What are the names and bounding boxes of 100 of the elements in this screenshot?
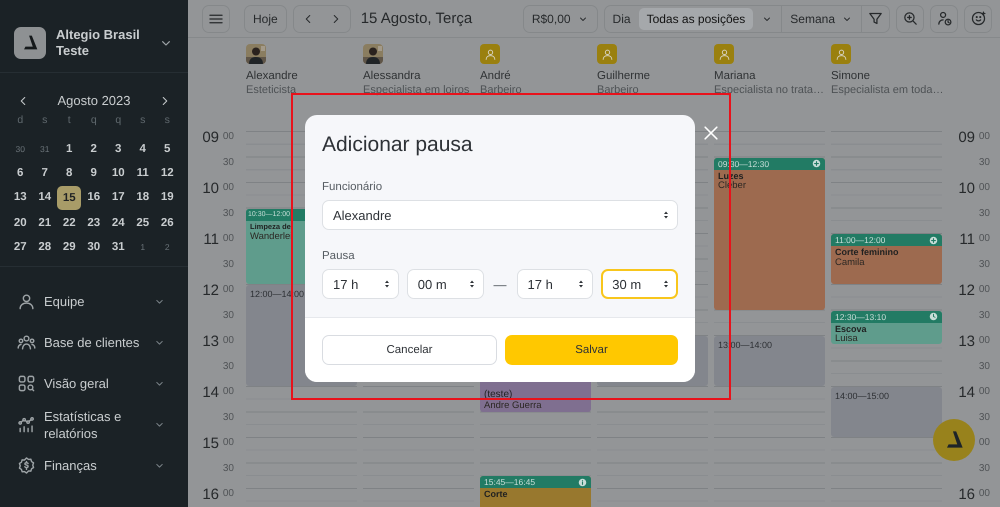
calendar-day[interactable]: 19 [155, 186, 180, 208]
calendar-day[interactable]: 24 [106, 212, 130, 234]
staff-name[interactable]: Mariana [714, 70, 825, 83]
staff-role: Barbeiro [480, 84, 523, 96]
zoom-in-icon [902, 10, 918, 27]
calendar-day[interactable]: 18 [130, 186, 155, 208]
time-label: 14 00 [202, 386, 234, 400]
cancel-button[interactable]: Cancelar [322, 335, 497, 365]
calendar-day[interactable]: 8 [57, 162, 82, 184]
calendar-day[interactable]: 6 [8, 162, 32, 184]
calendar-day[interactable]: 31 [106, 236, 130, 258]
company-name: Altegio Brasil Teste [56, 27, 141, 59]
appointment-card[interactable]: 12:30—13:10 Escova Luisa [831, 310, 942, 344]
time-label: 16 00 [958, 488, 990, 502]
time-label: 30 [222, 258, 234, 270]
time-label: 14 00 [958, 386, 990, 400]
sidebar-item[interactable]: Visão geral [0, 363, 188, 404]
field-label: Pausa [322, 250, 356, 262]
positions-filter[interactable]: Todas as posições [638, 8, 754, 30]
calendar-day[interactable]: 21 [32, 212, 57, 234]
week-view-dropdown[interactable]: Semana [781, 6, 861, 32]
appointment-card[interactable]: 15:45—16:45 Corte [480, 476, 591, 507]
people-icon [17, 333, 36, 352]
staff-schedule-button[interactable] [930, 4, 958, 32]
appointment-time: 15:45—16:45 [484, 477, 536, 488]
calendar-day[interactable]: 20 [8, 212, 32, 234]
time-label: 30 [222, 156, 234, 168]
client-name: Luisa [834, 334, 859, 344]
time-label: 15 00 [202, 437, 234, 451]
calendar-day[interactable]: 25 [130, 212, 155, 234]
staff-name[interactable]: Alexandre [246, 70, 357, 83]
weekday-label: d [17, 114, 24, 126]
time-label: 30 [222, 412, 234, 424]
info-icon [578, 478, 587, 487]
time-label: 10 00 [958, 182, 990, 196]
calendar-day[interactable]: 14 [32, 186, 57, 208]
time-select[interactable]: 17 h [516, 269, 594, 299]
time-label: 09 00 [202, 131, 234, 145]
weekday-label: q [115, 114, 122, 126]
calendar-day[interactable]: 30 [82, 236, 106, 258]
feedback-button[interactable] [964, 4, 992, 32]
calendar-day[interactable]: 17 [106, 186, 130, 208]
time-select[interactable]: 30 m [601, 269, 678, 299]
calendar-day[interactable]: 16 [82, 186, 106, 208]
chart-icon [17, 415, 36, 434]
service-name: Escova [834, 324, 868, 334]
calendar-day[interactable]: 29 [57, 236, 82, 258]
zoom-button[interactable] [896, 4, 924, 32]
time-select[interactable]: 17 h [322, 269, 399, 299]
time-label: 12 00 [958, 284, 990, 298]
smiley-icon [970, 10, 986, 27]
save-button[interactable]: Salvar [505, 335, 678, 365]
calendar-day[interactable]: 10 [106, 162, 130, 184]
calendar-day[interactable]: 22 [57, 212, 82, 234]
calendar-day[interactable]: 13 [8, 186, 32, 208]
calendar-day[interactable]: 7 [32, 162, 57, 184]
menu-button[interactable] [202, 4, 230, 32]
person-icon [834, 48, 848, 60]
calendar-day[interactable]: 28 [32, 236, 57, 258]
day-view-button[interactable]: Dia [604, 6, 639, 32]
calendar-day[interactable]: 12 [155, 162, 180, 184]
dialog-title: Adicionar pausa [322, 133, 474, 157]
calendar-day[interactable]: 11 [130, 162, 155, 184]
calendar-day[interactable]: 5 [155, 138, 180, 160]
sidebar-item[interactable]: Estatísticas e relatórios [0, 404, 188, 445]
today-button[interactable]: Hoje [244, 4, 287, 32]
appointment-card[interactable]: 11:00—12:00 Corte feminino Camila [831, 234, 942, 284]
person-clock-icon [936, 10, 952, 27]
staff-name[interactable]: Alessandra [363, 70, 474, 83]
service-name: Corte feminino [834, 247, 900, 258]
time-label: 12 00 [202, 284, 234, 298]
time-select[interactable]: 00 m [406, 269, 484, 299]
staff-name[interactable]: André [480, 70, 591, 83]
balance-dropdown[interactable]: R$0,00 [522, 4, 598, 32]
calendar-day[interactable]: 27 [8, 236, 32, 258]
sidebar-item[interactable]: Base de clientes [0, 322, 188, 363]
calendar-day[interactable]: 2 [82, 138, 106, 160]
employee-select[interactable]: Alexandre [322, 200, 678, 230]
filter-icon [867, 10, 884, 27]
service-name: Corte [483, 489, 509, 500]
staff-role: Barbeiro [597, 84, 640, 96]
appointment-time: 12:30—13:10 [835, 312, 886, 322]
calendar-day[interactable]: 26 [155, 212, 180, 234]
weekday-label: s [140, 114, 146, 126]
time-label: 30 [978, 156, 990, 168]
calendar-day[interactable]: 15 [57, 186, 82, 210]
calendar-day[interactable]: 1 [57, 138, 82, 160]
staff-name[interactable]: Simone [831, 70, 942, 83]
calendar-day[interactable]: 23 [82, 212, 106, 234]
calendar-day[interactable]: 9 [82, 162, 106, 184]
sidebar-item[interactable]: Finanças [0, 445, 188, 486]
calendar-day[interactable]: 4 [130, 138, 155, 160]
time-label: 30 [978, 310, 990, 322]
client-name: Camila [834, 258, 866, 268]
staff-name[interactable]: Guilherme [597, 70, 708, 83]
time-label: 30 [222, 310, 234, 322]
calendar-day[interactable]: 3 [106, 138, 130, 160]
sidebar-item[interactable]: Equipe [0, 281, 188, 322]
time-label: 30 [978, 462, 990, 474]
current-date: 15 Agosto, Terça [360, 10, 474, 27]
